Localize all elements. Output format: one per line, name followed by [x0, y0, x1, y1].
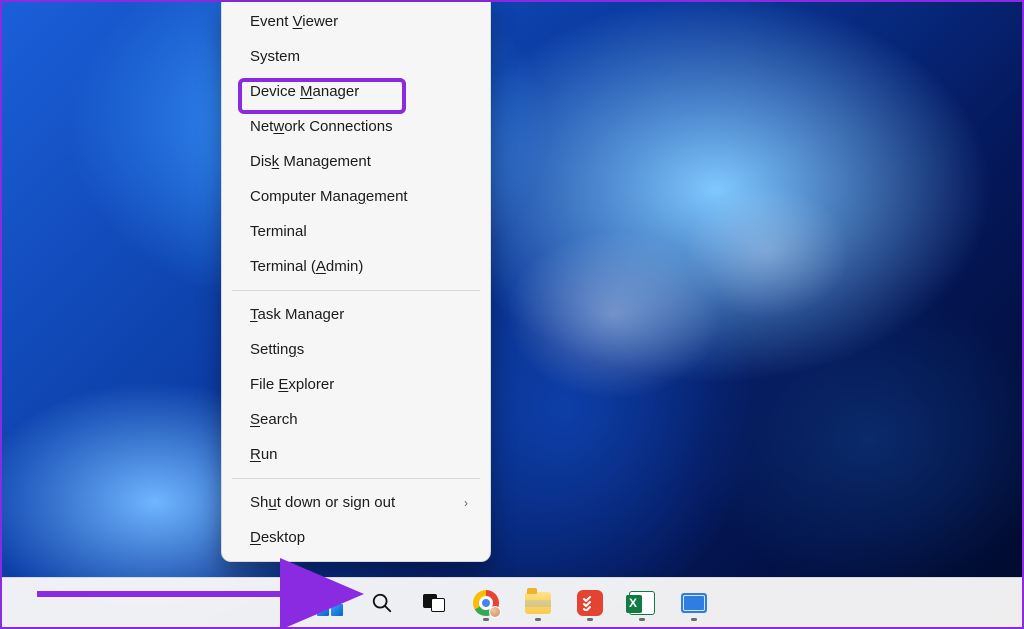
taskbar: X: [2, 577, 1022, 627]
menu-item-label: Event Viewer: [250, 13, 338, 30]
chevron-right-icon: ›: [464, 496, 468, 510]
chrome-icon: [473, 590, 499, 616]
menu-item-task-manager[interactable]: Task Manager: [222, 297, 490, 332]
task-view-icon: [423, 592, 445, 614]
menu-item-label: Network Connections: [250, 118, 393, 135]
menu-item-label: Desktop: [250, 529, 305, 546]
search-icon: [371, 592, 393, 614]
profile-avatar-badge: [489, 606, 501, 618]
menu-item-event-viewer[interactable]: Event Viewer: [222, 4, 490, 39]
chrome-app[interactable]: [466, 583, 506, 623]
menu-item-search[interactable]: Search: [222, 402, 490, 437]
generic-app[interactable]: [674, 583, 714, 623]
menu-item-device-manager[interactable]: Device Manager: [222, 74, 490, 109]
start-button[interactable]: [310, 583, 350, 623]
menu-item-network-connections[interactable]: Network Connections: [222, 109, 490, 144]
winx-context-menu: Event Viewer System Device Manager Network …: [221, 2, 491, 562]
menu-item-desktop[interactable]: Desktop: [222, 520, 490, 555]
search-button[interactable]: [362, 583, 402, 623]
desktop-wallpaper: [2, 2, 1022, 627]
menu-item-label: Disk Management: [250, 153, 371, 170]
file-explorer-icon: [525, 592, 551, 614]
menu-item-label: Computer Management: [250, 188, 408, 205]
menu-separator: [232, 290, 480, 291]
menu-item-label: Task Manager: [250, 306, 344, 323]
menu-item-label: Run: [250, 446, 278, 463]
menu-item-label: Terminal: [250, 223, 307, 240]
menu-item-label: Search: [250, 411, 298, 428]
menu-item-label: Settings: [250, 341, 304, 358]
app-icon: [681, 593, 707, 613]
menu-item-terminal-admin[interactable]: Terminal (Admin): [222, 249, 490, 284]
menu-item-shut-down-or-sign-out[interactable]: Shut down or sign out ›: [222, 485, 490, 520]
menu-item-label: Shut down or sign out: [250, 494, 395, 511]
todoist-app[interactable]: [570, 583, 610, 623]
menu-separator: [232, 478, 480, 479]
menu-item-run[interactable]: Run: [222, 437, 490, 472]
menu-item-label: System: [250, 48, 300, 65]
menu-item-label: Device Manager: [250, 83, 359, 100]
menu-item-settings[interactable]: Settings: [222, 332, 490, 367]
task-view-button[interactable]: [414, 583, 454, 623]
excel-app[interactable]: X: [622, 583, 662, 623]
file-explorer-app[interactable]: [518, 583, 558, 623]
menu-item-terminal[interactable]: Terminal: [222, 214, 490, 249]
menu-item-disk-management[interactable]: Disk Management: [222, 144, 490, 179]
menu-item-file-explorer[interactable]: File Explorer: [222, 367, 490, 402]
excel-icon: X: [629, 591, 655, 615]
todoist-icon: [577, 590, 603, 616]
menu-item-label: Terminal (Admin): [250, 258, 363, 275]
windows-start-icon: [317, 590, 343, 616]
menu-item-system[interactable]: System: [222, 39, 490, 74]
menu-item-computer-management[interactable]: Computer Management: [222, 179, 490, 214]
menu-item-label: File Explorer: [250, 376, 334, 393]
